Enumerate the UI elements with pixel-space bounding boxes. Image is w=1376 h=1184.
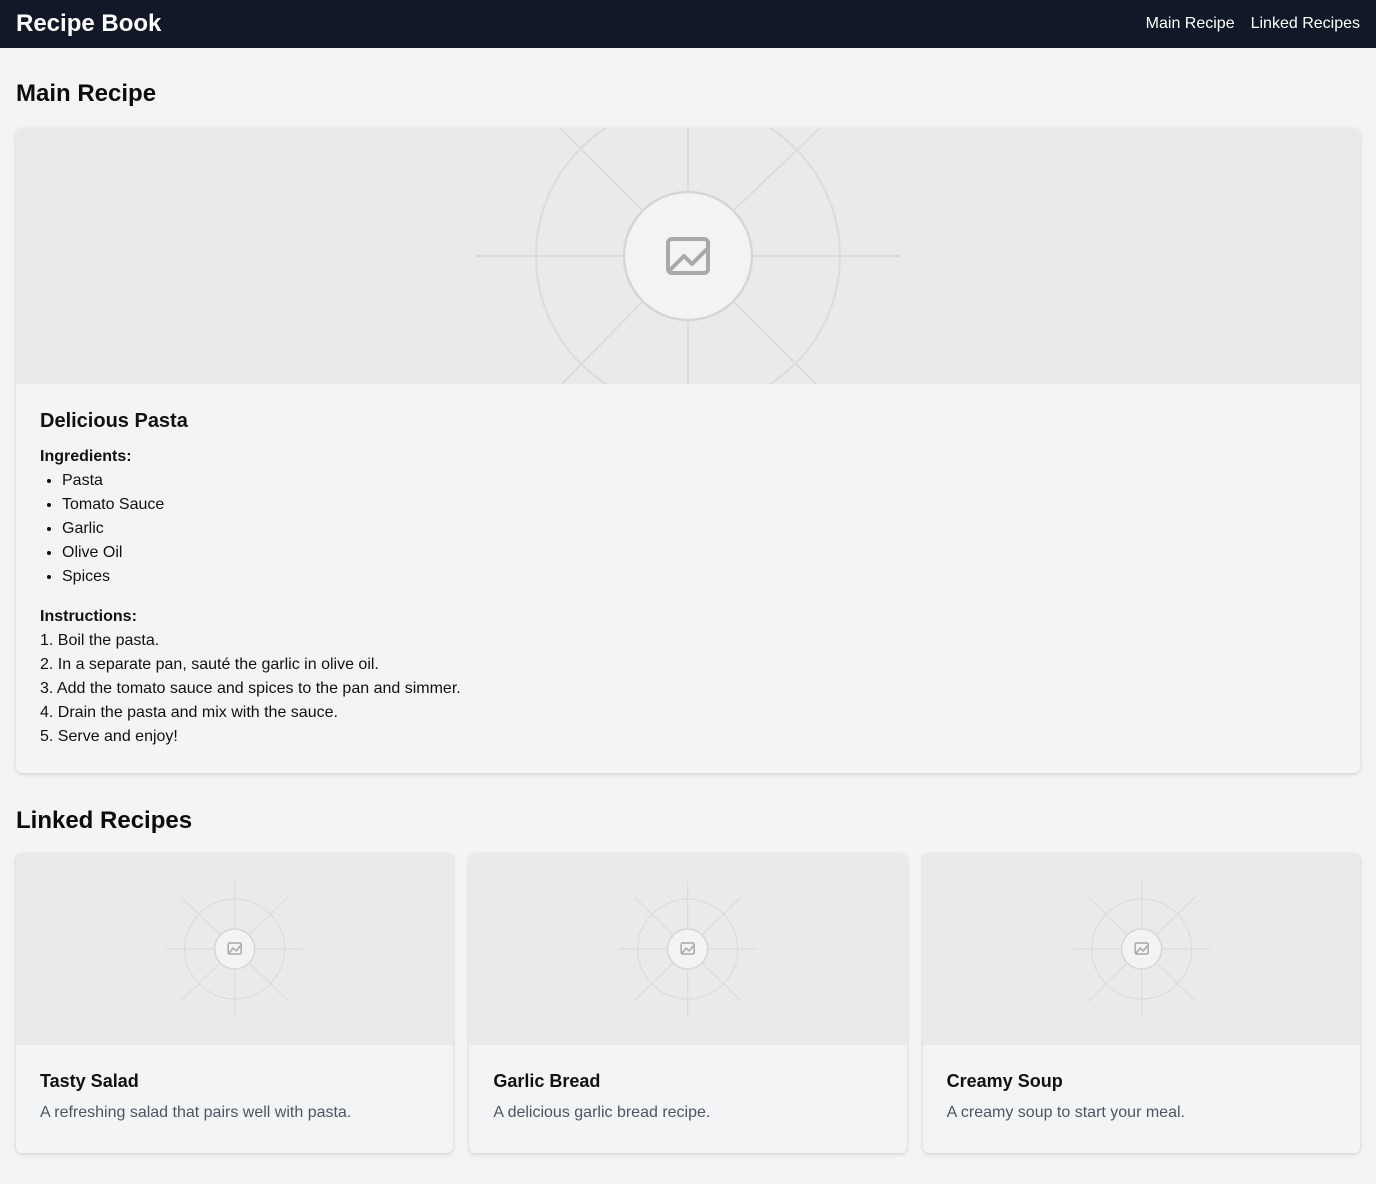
main-recipe-image (16, 128, 1360, 384)
linked-recipe-body: Tasty Salad A refreshing salad that pair… (16, 1045, 453, 1153)
linked-recipes-section: Linked Recipes Tasty Salad A refreshing … (0, 807, 1376, 1153)
recipe-title: Delicious Pasta (40, 410, 188, 432)
linked-recipe-image (469, 853, 907, 1045)
main-recipe-body: Delicious Pasta Ingredients: Pasta Tomat… (16, 384, 1360, 773)
linked-recipes-heading: Linked Recipes (16, 807, 193, 834)
instructions-label: Instructions: (40, 608, 137, 625)
image-placeholder-icon (619, 881, 757, 1017)
ingredient-item: Olive Oil (62, 541, 1336, 565)
image-placeholder-icon (166, 881, 304, 1017)
navbar: Recipe Book Main Recipe Linked Recipes (0, 0, 1376, 48)
linked-recipe-description: A creamy soup to start your meal. (946, 1104, 1185, 1121)
instruction-step: 2. In a separate pan, sauté the garlic i… (40, 656, 379, 673)
linked-recipes-grid: Tasty Salad A refreshing salad that pair… (16, 853, 1360, 1153)
main-recipe-card: Delicious Pasta Ingredients: Pasta Tomat… (16, 128, 1360, 773)
instruction-step: 5. Serve and enjoy! (40, 728, 178, 745)
instructions-list: 1. Boil the pasta. 2. In a separate pan,… (40, 629, 1336, 749)
image-placeholder-icon (1072, 881, 1210, 1017)
app-title: Recipe Book (16, 10, 162, 37)
linked-recipe-title: Creamy Soup (946, 1071, 1063, 1091)
ingredients-list: Pasta Tomato Sauce Garlic Olive Oil Spic… (40, 469, 1336, 589)
main-recipe-heading: Main Recipe (16, 80, 157, 107)
nav-link-linked-recipes[interactable]: Linked Recipes (1251, 15, 1360, 33)
ingredients-label: Ingredients: (40, 448, 132, 465)
ingredient-item: Garlic (62, 517, 1336, 541)
linked-recipe-description: A delicious garlic bread recipe. (493, 1104, 711, 1121)
ingredient-item: Spices (62, 565, 1336, 589)
instruction-step: 3. Add the tomato sauce and spices to th… (40, 680, 461, 697)
linked-recipe-body: Garlic Bread A delicious garlic bread re… (469, 1045, 906, 1153)
nav-link-main-recipe[interactable]: Main Recipe (1146, 15, 1235, 33)
instruction-step: 1. Boil the pasta. (40, 632, 160, 649)
ingredient-item: Tomato Sauce (62, 493, 1336, 517)
linked-recipe-card[interactable]: Creamy Soup A creamy soup to start your … (922, 853, 1360, 1153)
ingredient-item: Pasta (62, 469, 1336, 493)
main-recipe-section: Main Recipe Delicious Pasta Ingredients:… (0, 82, 1376, 773)
image-placeholder-icon (476, 128, 900, 384)
linked-recipe-body: Creamy Soup A creamy soup to start your … (923, 1045, 1360, 1153)
instruction-step: 4. Drain the pasta and mix with the sauc… (40, 704, 338, 721)
linked-recipe-title: Tasty Salad (40, 1071, 139, 1091)
linked-recipe-image (16, 853, 454, 1045)
linked-recipe-title: Garlic Bread (493, 1071, 601, 1091)
linked-recipe-description: A refreshing salad that pairs well with … (40, 1104, 352, 1121)
nav-links: Main Recipe Linked Recipes (1146, 15, 1360, 33)
linked-recipe-card[interactable]: Garlic Bread A delicious garlic bread re… (469, 853, 907, 1153)
linked-recipe-card[interactable]: Tasty Salad A refreshing salad that pair… (16, 853, 454, 1153)
linked-recipe-image (922, 853, 1360, 1045)
